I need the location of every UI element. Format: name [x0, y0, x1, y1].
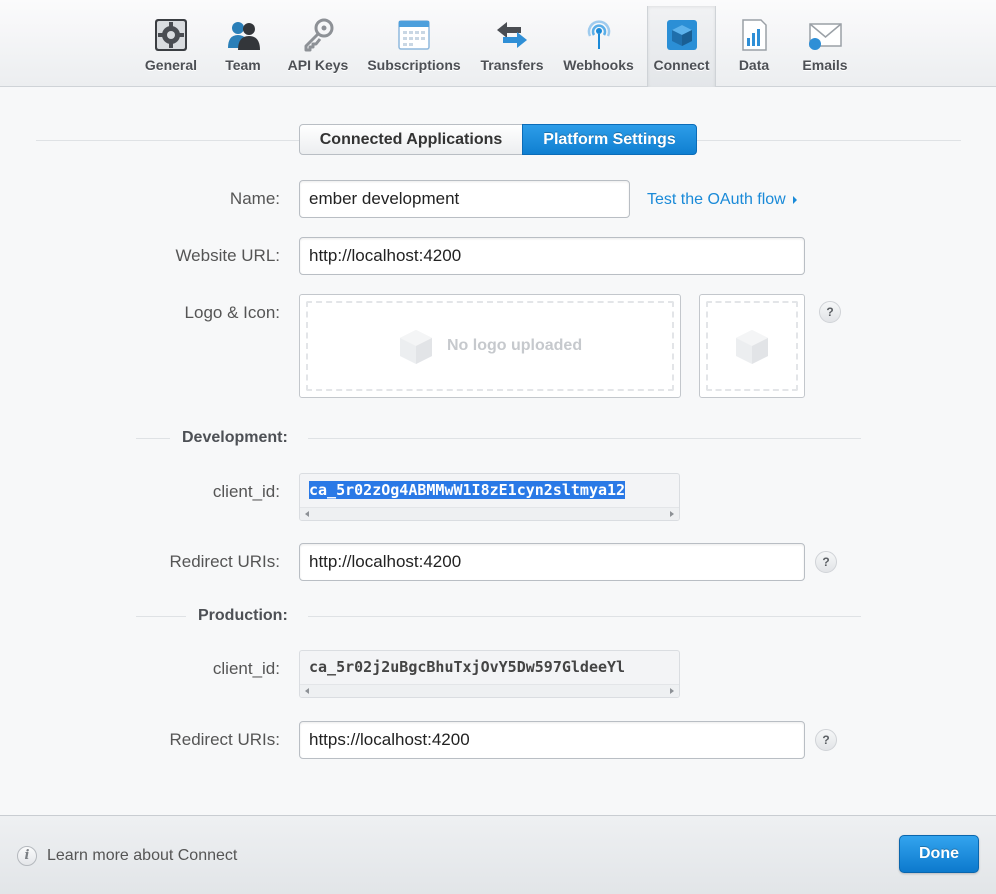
dev-redirect-label: Redirect URIs:: [169, 552, 280, 571]
production-title: Production:: [186, 607, 308, 625]
dev-client-id-box[interactable]: ca_5r02zOg4ABMMwW1I8zE1cyn2sltmya12: [299, 473, 680, 521]
scroll-left-icon[interactable]: [305, 688, 309, 694]
icon-upload-area[interactable]: [699, 294, 805, 398]
nav-item-subscriptions[interactable]: Subscriptions: [365, 6, 463, 87]
top-navigation: General Team API Keys Subscriptions Tran…: [0, 0, 996, 87]
nav-label: Webhooks: [563, 57, 634, 73]
prod-client-id-label: client_id:: [212, 659, 280, 678]
nav-item-general[interactable]: General: [141, 6, 201, 87]
nav-label: Data: [738, 57, 770, 73]
website-url-input[interactable]: [299, 237, 805, 275]
test-oauth-link[interactable]: Test the OAuth flow: [647, 191, 797, 209]
prod-redirect-label: Redirect URIs:: [169, 730, 280, 749]
horizontal-scrollbar[interactable]: [300, 507, 679, 520]
cube-placeholder-icon: [400, 330, 432, 364]
done-button[interactable]: Done: [899, 835, 979, 873]
team-icon: [228, 22, 260, 50]
nav-label: Emails: [802, 57, 848, 73]
horizontal-scrollbar[interactable]: [300, 684, 679, 697]
broadcast-icon: [587, 20, 610, 49]
nav-label: Subscriptions: [367, 57, 461, 73]
prod-redirect-help-icon[interactable]: ?: [815, 729, 837, 751]
nav-label: Team: [225, 57, 261, 73]
key-icon: [304, 18, 334, 52]
test-oauth-text: Test the OAuth flow: [647, 191, 786, 208]
logo-help-icon[interactable]: ?: [819, 301, 841, 323]
scroll-right-icon[interactable]: [670, 511, 674, 517]
chart-document-icon: [742, 19, 767, 51]
tab-platform-settings[interactable]: Platform Settings: [522, 124, 697, 155]
info-icon: i: [17, 846, 37, 866]
dev-client-id-value[interactable]: ca_5r02zOg4ABMMwW1I8zE1cyn2sltmya12: [309, 481, 626, 499]
nav-item-webhooks[interactable]: Webhooks: [561, 6, 636, 87]
nav-item-api-keys[interactable]: API Keys: [284, 6, 352, 87]
transfer-arrows-icon: [497, 22, 527, 48]
tab-connected-applications[interactable]: Connected Applications: [299, 124, 523, 155]
logo-upload-area[interactable]: No logo uploaded: [299, 294, 681, 398]
nav-label: Transfers: [480, 57, 544, 73]
dev-redirect-input[interactable]: [299, 543, 805, 581]
nav-item-data[interactable]: Data: [731, 6, 777, 87]
cube-placeholder-icon: [736, 330, 768, 364]
development-title: Development:: [170, 429, 308, 447]
nav-item-connect[interactable]: Connect: [647, 6, 716, 87]
nav-item-transfers[interactable]: Transfers: [477, 6, 547, 87]
dev-redirect-help-icon[interactable]: ?: [815, 551, 837, 573]
nav-label: Connect: [653, 57, 710, 73]
calendar-icon: [398, 20, 430, 50]
name-label: Name:: [229, 189, 280, 208]
prod-redirect-input[interactable]: [299, 721, 805, 759]
nav-item-team[interactable]: Team: [216, 6, 270, 87]
footer-bar: i Learn more about Connect: [0, 815, 996, 894]
prod-client-id-box[interactable]: ca_5r02j2uBgcBhuTxjOvY5Dw597GldeeYl: [299, 650, 680, 698]
no-logo-text: No logo uploaded: [447, 337, 583, 354]
envelope-icon: [809, 23, 842, 50]
nav-label: API Keys: [287, 57, 349, 73]
logo-icon-label: Logo & Icon:: [184, 303, 280, 322]
learn-more-link[interactable]: Learn more about Connect: [47, 847, 237, 865]
scroll-right-icon[interactable]: [670, 688, 674, 694]
dev-client-id-label: client_id:: [212, 482, 280, 501]
gear-icon: [155, 19, 187, 51]
nav-item-emails[interactable]: Emails: [799, 6, 851, 87]
caret-right-icon: [792, 195, 797, 204]
website-url-label: Website URL:: [175, 246, 280, 265]
name-input[interactable]: [299, 180, 630, 218]
cube-icon: [666, 20, 697, 50]
prod-client-id-value[interactable]: ca_5r02j2uBgcBhuTxjOvY5Dw597GldeeYl: [309, 658, 625, 676]
nav-label: General: [144, 57, 198, 73]
scroll-left-icon[interactable]: [305, 511, 309, 517]
